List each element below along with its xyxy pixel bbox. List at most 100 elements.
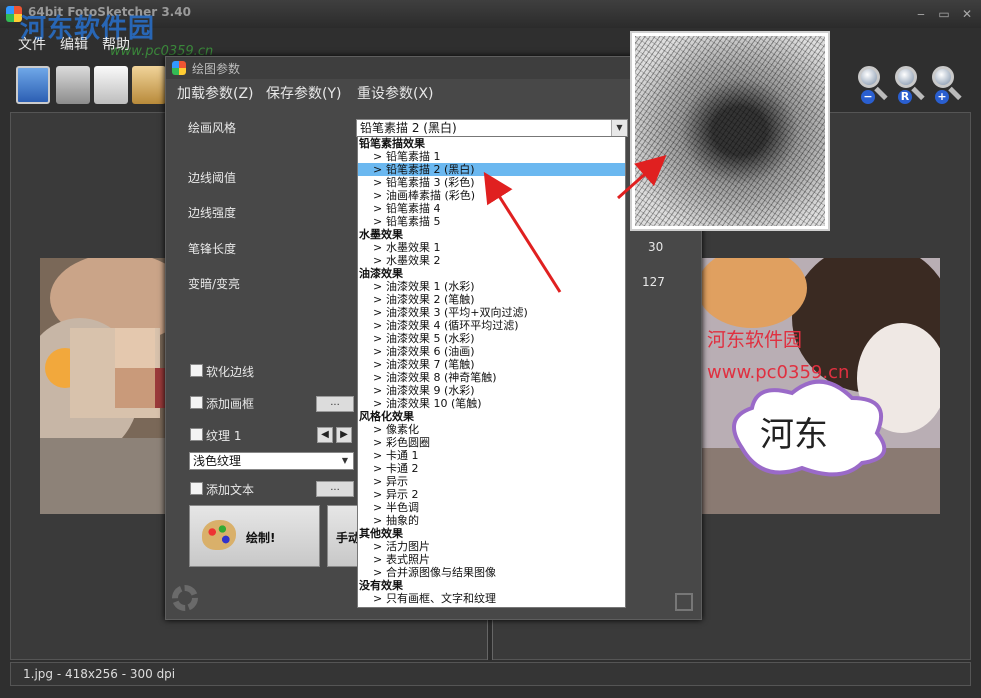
zoom-fit-button[interactable]: R — [893, 64, 925, 104]
caret-icon: > — [373, 241, 383, 254]
result-watermark-url: www.pc0359.cn — [707, 362, 849, 383]
style-option[interactable]: > 油漆效果 1 (水彩) — [358, 280, 625, 293]
zoom-out-button[interactable]: − — [856, 64, 888, 104]
style-option[interactable]: > 铅笔素描 3 (彩色) — [358, 176, 625, 189]
style-option[interactable]: > 半色调 — [358, 501, 625, 514]
style-option-label: 油漆效果 4 (循环平均过滤) — [386, 319, 519, 332]
style-option[interactable]: > 表式照片 — [358, 553, 625, 566]
caret-icon: > — [373, 319, 383, 332]
caret-icon: > — [373, 163, 383, 176]
caret-icon: > — [373, 436, 383, 449]
param-label: 笔锋长度 — [188, 242, 237, 256]
settings-gear-icon[interactable] — [172, 585, 198, 611]
style-option[interactable]: > 卡通 1 — [358, 449, 625, 462]
frame-options-button[interactable]: ... — [316, 396, 354, 412]
style-option[interactable]: > 铅笔素描 1 — [358, 150, 625, 163]
style-option-label: 油漆效果 9 (水彩) — [386, 384, 475, 397]
style-option[interactable]: > 油漆效果 3 (平均+双向过滤) — [358, 306, 625, 319]
expand-icon[interactable] — [675, 593, 693, 611]
maximize-button[interactable]: ▭ — [935, 6, 953, 22]
style-option-label: 铅笔素描 2 (黑白) — [386, 163, 475, 176]
style-option[interactable]: > 异示 — [358, 475, 625, 488]
paste-icon — [132, 66, 166, 104]
menu-reset-params[interactable]: 重设参数(X) — [357, 83, 434, 103]
style-option[interactable]: > 油漆效果 5 (水彩) — [358, 332, 625, 345]
style-option[interactable]: > 铅笔素描 4 — [358, 202, 625, 215]
caret-icon: > — [373, 215, 383, 228]
text-options-button[interactable]: ... — [316, 481, 354, 497]
zoom-in-icon — [932, 66, 954, 88]
style-option[interactable]: > 像素化 — [358, 423, 625, 436]
caret-icon: > — [373, 423, 383, 436]
caret-icon: > — [373, 592, 383, 605]
style-option[interactable]: > 合并源图像与结果图像 — [358, 566, 625, 579]
style-option-label: 水墨效果 2 — [386, 254, 441, 267]
style-option[interactable]: > 油漆效果 8 (神奇笔触) — [358, 371, 625, 384]
style-option[interactable]: > 油漆效果 6 (油画) — [358, 345, 625, 358]
style-option[interactable]: > 油画棒素描 (彩色) — [358, 189, 625, 202]
copy-icon — [94, 66, 128, 104]
style-option[interactable]: > 水墨效果 1 — [358, 241, 625, 254]
style-option-label: 油漆效果 3 (平均+双向过滤) — [386, 306, 528, 319]
manual-button-label: 手动 — [336, 531, 359, 545]
caret-icon: > — [373, 501, 383, 514]
style-option[interactable]: > 油漆效果 10 (笔触) — [358, 397, 625, 410]
copy-button[interactable] — [92, 64, 130, 106]
style-select-value: 铅笔素描 2 (黑白) — [360, 121, 457, 135]
style-option-label: 油漆效果 8 (神奇笔触) — [386, 371, 497, 384]
style-group-header: 铅笔素描效果 — [359, 137, 425, 150]
zoom-out-badge: − — [861, 90, 875, 104]
caret-icon: > — [373, 254, 383, 267]
style-option[interactable]: > 活力图片 — [358, 540, 625, 553]
style-dropdown-list[interactable]: 铅笔素描效果 > 铅笔素描 1 > 铅笔素描 2 (黑白) > 铅笔素描 3 (彩色) > 油画… — [357, 136, 626, 608]
close-button[interactable]: ✕ — [958, 6, 976, 22]
style-option[interactable]: > 油漆效果 2 (笔触) — [358, 293, 625, 306]
style-option[interactable]: > 铅笔素描 5 — [358, 215, 625, 228]
menu-save-params[interactable]: 保存参数(Y) — [266, 83, 341, 103]
style-select[interactable]: 铅笔素描 2 (黑白) ▼ — [356, 119, 628, 137]
chevron-down-icon[interactable]: ▼ — [337, 453, 353, 469]
paste-button[interactable] — [130, 64, 168, 106]
style-option-label: 铅笔素描 4 — [386, 202, 441, 215]
manual-button[interactable]: 手动 — [327, 505, 359, 567]
soften-edges-checkbox[interactable] — [190, 364, 203, 377]
style-option[interactable]: > 油漆效果 7 (笔触) — [358, 358, 625, 371]
menu-file[interactable]: 文件 — [18, 34, 46, 54]
style-option-label: 油画棒素描 (彩色) — [386, 189, 476, 202]
open-image-button[interactable] — [14, 64, 52, 106]
style-option-label: 铅笔素描 1 — [386, 150, 441, 163]
style-option-label: 铅笔素描 3 (彩色) — [386, 176, 475, 189]
minimize-button[interactable]: ‒ — [912, 6, 930, 22]
menu-edit[interactable]: 编辑 — [60, 34, 88, 54]
style-option[interactable]: > 油漆效果 9 (水彩) — [358, 384, 625, 397]
menu-load-params[interactable]: 加载参数(Z) — [177, 83, 254, 103]
zoom-in-button[interactable]: + — [930, 64, 962, 104]
chevron-down-icon[interactable]: ▼ — [611, 120, 627, 136]
draw-button[interactable]: 绘制! — [189, 505, 320, 567]
texture-checkbox[interactable] — [190, 428, 203, 441]
source-image — [40, 258, 180, 514]
style-option[interactable]: > 只有画框、文字和纹理 — [358, 592, 625, 605]
menu-help[interactable]: 帮助 — [102, 34, 130, 54]
caret-icon: > — [373, 540, 383, 553]
style-option[interactable]: > 异示 2 — [358, 488, 625, 501]
dialog-title-bar[interactable]: 绘图参数 — [166, 57, 701, 79]
caret-icon: > — [373, 332, 383, 345]
status-text: 1.jpg - 418x256 - 300 dpi — [23, 667, 176, 681]
texture-select-value: 浅色纹理 — [193, 454, 242, 468]
texture-next-button[interactable]: ▶ — [336, 427, 352, 443]
style-option[interactable]: > 抽象的 — [358, 514, 625, 527]
style-option[interactable]: > 彩色圆圈 — [358, 436, 625, 449]
save-button[interactable] — [54, 64, 92, 106]
texture-prev-button[interactable]: ◀ — [317, 427, 333, 443]
style-option[interactable]: > 卡通 2 — [358, 462, 625, 475]
style-option-label: 抽象的 — [386, 514, 419, 527]
style-option[interactable]: > 油漆效果 4 (循环平均过滤) — [358, 319, 625, 332]
texture-select[interactable]: 浅色纹理 ▼ — [189, 452, 354, 470]
source-image-art — [40, 258, 180, 514]
add-frame-checkbox[interactable] — [190, 396, 203, 409]
style-option[interactable]: > 水墨效果 2 — [358, 254, 625, 267]
add-text-checkbox[interactable] — [190, 482, 203, 495]
dialog-app-icon — [172, 61, 186, 75]
style-option[interactable]: > 铅笔素描 2 (黑白) — [358, 163, 625, 176]
